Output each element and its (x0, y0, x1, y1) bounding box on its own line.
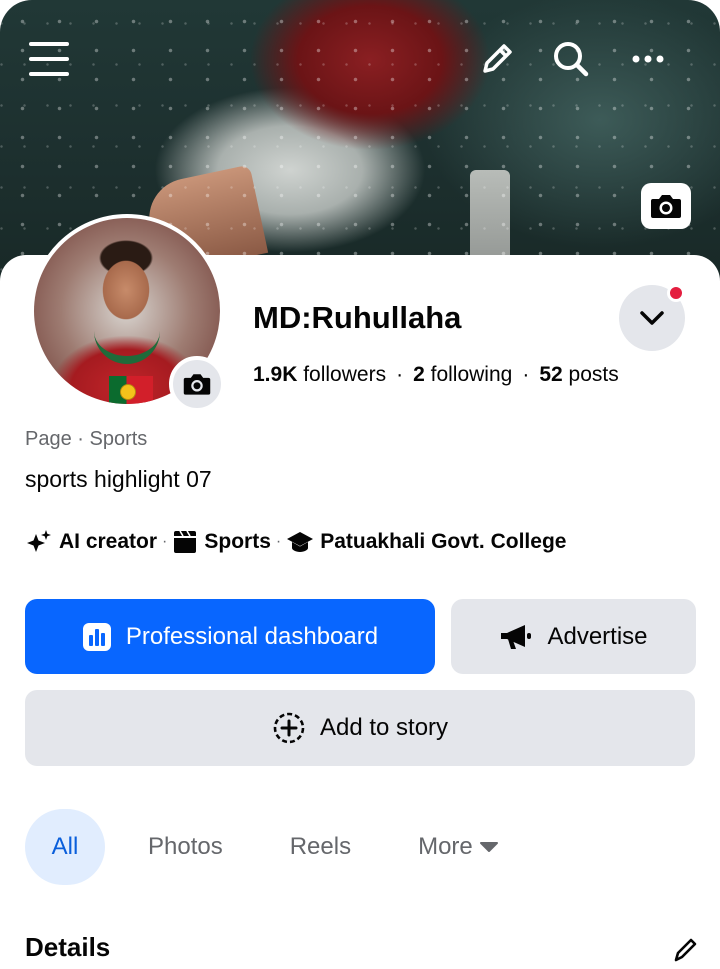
add-to-story-label: Add to story (319, 714, 449, 741)
megaphone-icon (501, 624, 532, 649)
following-label[interactable]: following (431, 363, 513, 386)
advertise-label: Advertise (547, 622, 648, 650)
detail-separator: · (275, 533, 282, 550)
stats-separator: · (396, 363, 404, 386)
graduation-cap-icon (287, 532, 314, 552)
caret-down-icon (479, 842, 498, 852)
pencil-icon[interactable] (472, 34, 522, 84)
tab-label: All (51, 833, 79, 860)
tab-more[interactable]: More (418, 833, 499, 861)
followers-label[interactable]: followers (303, 363, 386, 386)
chevron-down-icon (640, 311, 664, 325)
tab-label: Reels (289, 833, 352, 860)
search-icon[interactable] (546, 34, 596, 84)
followers-count[interactable]: 1.9K (253, 363, 297, 386)
avatar-camera-button[interactable] (169, 356, 225, 412)
posts-count: 52 (539, 363, 563, 386)
page-bio: sports highlight 07 (25, 466, 212, 492)
sparkle-icon (27, 530, 51, 552)
following-count[interactable]: 2 (413, 363, 425, 386)
page-category: Page · Sports (25, 428, 148, 450)
add-circle-icon (273, 712, 305, 744)
tab-photos[interactable]: Photos (148, 833, 223, 861)
intro-details-row: AI creator · Sports · Patuakhali Govt. C… (25, 527, 566, 557)
tab-reels[interactable]: Reels (290, 833, 351, 861)
detail-separator: · (162, 533, 168, 550)
detail-ai-creator[interactable]: AI creator (25, 529, 157, 555)
details-section-heading: Details (25, 932, 111, 962)
camera-icon (183, 374, 211, 395)
tab-label: Photos (148, 833, 223, 860)
tab-all[interactable]: All (25, 809, 105, 885)
avatar-detail (94, 330, 160, 364)
professional-dashboard-button[interactable]: Professional dashboard (25, 599, 435, 674)
posts-label: posts (568, 363, 619, 386)
hamburger-menu-icon[interactable] (24, 34, 74, 84)
camera-icon (651, 195, 681, 218)
tab-label: More (418, 833, 473, 860)
detail-label: Patuakhali Govt. College (320, 530, 567, 553)
cover-camera-button[interactable] (641, 183, 691, 229)
profile-name: MD:Ruhullaha (253, 300, 462, 335)
flag-icon (109, 376, 153, 404)
notification-dot (667, 284, 685, 302)
dashboard-chart-icon (82, 622, 111, 651)
profile-stats: 1.9K followers · 2 following · 52 posts (253, 363, 619, 387)
advertise-button[interactable]: Advertise (451, 599, 696, 674)
detail-label: AI creator (59, 530, 158, 553)
detail-sports[interactable]: Sports (172, 530, 271, 554)
add-to-story-button[interactable]: Add to story (25, 690, 695, 766)
professional-dashboard-label: Professional dashboard (125, 622, 379, 650)
detail-label: Sports (204, 530, 271, 553)
profile-tabs: All Photos Reels More (25, 809, 499, 885)
detail-education[interactable]: Patuakhali Govt. College (286, 530, 566, 554)
stats-separator: · (522, 363, 530, 386)
edit-details-pencil-icon[interactable] (670, 934, 700, 969)
clapperboard-icon (174, 530, 197, 553)
more-dots-icon[interactable] (623, 34, 673, 84)
